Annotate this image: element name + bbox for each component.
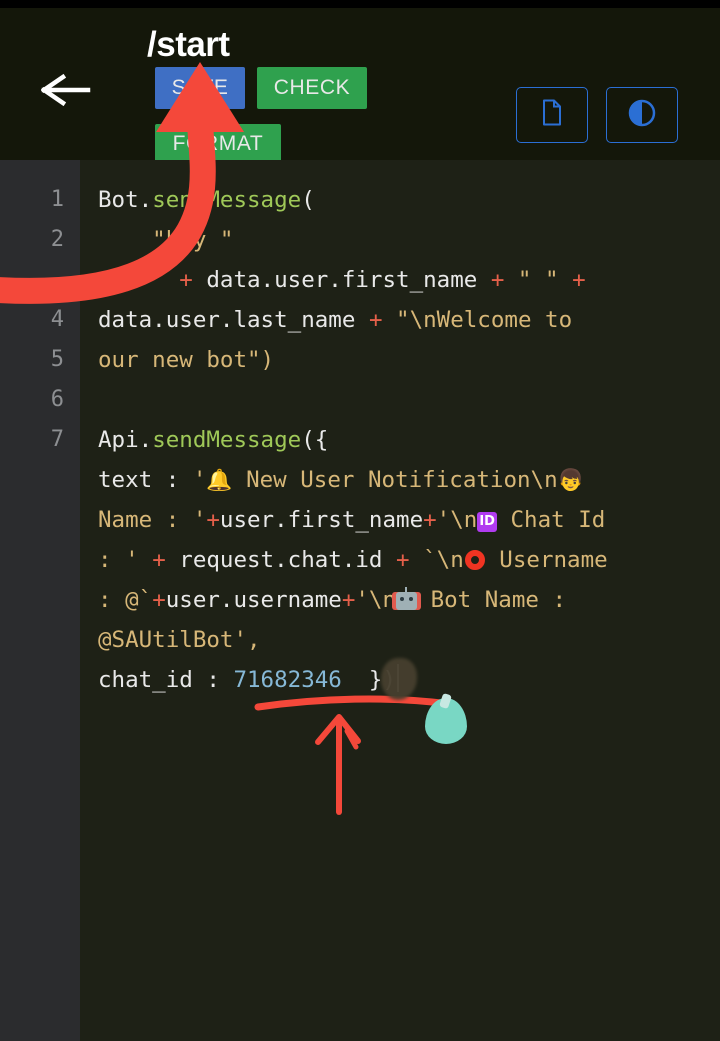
code-token: + — [396, 547, 410, 573]
code-token: + — [490, 267, 505, 293]
code-token: "hey " — [98, 227, 234, 253]
code-line: data.user.last_name + "\nWelcome to — [98, 300, 714, 340]
code-token: + — [572, 267, 586, 293]
code-line: text : '🔔 New User Notification\n👦 — [98, 460, 714, 500]
code-token: + — [152, 547, 166, 573]
code-line: our new bot") — [98, 340, 714, 380]
red-circle-icon — [464, 550, 485, 570]
code-token: sendMessage — [152, 187, 302, 213]
code-token: data.user.last_name — [98, 307, 369, 333]
check-button[interactable]: CHECK — [257, 67, 367, 109]
code-editor[interactable]: 1 2 4 5 6 7 Bot.sendMessage( "hey " + da… — [0, 160, 720, 1041]
code-token: Name : — [98, 507, 193, 533]
app-header: /start SAVE CHECK FORMAT — [0, 8, 720, 164]
back-arrow-icon — [41, 73, 91, 107]
code-token: "\nWelcome to — [382, 307, 573, 333]
line-number: 5 — [50, 347, 64, 372]
code-token: ( — [301, 187, 315, 213]
code-line: @SAUtilBot', — [98, 620, 714, 660]
code-token: chat_id : — [98, 667, 234, 693]
code-token: '\n — [436, 507, 478, 533]
code-token: + — [179, 267, 193, 293]
line-number: 4 — [50, 307, 64, 332]
code-token: Username — [485, 547, 608, 573]
code-token: Chat Id — [496, 507, 606, 533]
line-number: 6 — [50, 387, 64, 412]
line-number: 2 — [50, 227, 64, 252]
line-number: 7 — [50, 427, 64, 452]
code-token: : — [98, 547, 126, 573]
code-line: Api.sendMessage({ — [98, 420, 714, 460]
code-token: + — [368, 307, 383, 333]
code-line: Bot.sendMessage( — [98, 180, 714, 220]
code-token: request.chat.id — [165, 547, 397, 573]
code-token: + — [341, 587, 356, 613]
code-token: @SAUtilBot', — [98, 627, 261, 653]
page-title: /start — [147, 25, 230, 64]
code-token: our new bot") — [98, 347, 275, 373]
code-token: ' — [125, 547, 153, 573]
line-number-gutter: 1 2 4 5 6 7 — [0, 160, 80, 1041]
emoji-glyph: 👦 — [557, 468, 584, 492]
line-number: 1 — [50, 187, 64, 212]
code-token: New User Notification\n — [232, 467, 558, 493]
contrast-button[interactable] — [606, 87, 678, 143]
code-token: text : — [98, 467, 193, 493]
code-token: Bot Name : — [417, 587, 567, 613]
emoji-glyph: 🔔 — [206, 468, 233, 492]
code-token: '\n — [355, 587, 397, 613]
document-icon — [541, 99, 563, 131]
code-token: + — [152, 587, 166, 613]
robot-icon — [396, 587, 418, 610]
code-line: + data.user.first_name + " " + — [98, 260, 714, 300]
code-line: : ' + request.chat.id + `\n Username — [98, 540, 714, 580]
contrast-icon — [628, 99, 656, 132]
save-button[interactable]: SAVE — [155, 67, 245, 109]
document-button[interactable] — [516, 87, 588, 143]
code-line: : @`+user.username+'\n Bot Name : — [98, 580, 714, 620]
code-token: Api. — [98, 427, 153, 453]
code-token: Bot. — [98, 187, 153, 213]
code-token: user.username — [165, 587, 342, 613]
app-root: /start SAVE CHECK FORMAT 1 2 4 5 6 7 Bot… — [0, 0, 720, 1041]
back-button[interactable] — [38, 66, 94, 114]
code-token: + — [423, 507, 437, 533]
code-token: 71682346 — [233, 667, 342, 693]
code-token: : @` — [98, 587, 153, 613]
code-line: Name : '+user.first_name+'\n ID Chat Id — [98, 500, 714, 540]
code-token: ' — [192, 467, 207, 493]
code-token: `\n — [409, 547, 464, 573]
code-token: + — [206, 507, 220, 533]
id-badge-icon: ID — [477, 512, 497, 532]
code-line: "hey " — [98, 220, 714, 260]
code-token: user.first_name — [219, 507, 424, 533]
code-content[interactable]: Bot.sendMessage( "hey " + data.user.firs… — [80, 160, 720, 1041]
code-token: " " — [504, 267, 573, 293]
code-token: data.user.first_name — [192, 267, 491, 293]
status-bar — [0, 0, 720, 8]
code-token: sendMessage — [152, 427, 302, 453]
format-button[interactable]: FORMAT — [155, 124, 281, 164]
code-token: ' — [192, 507, 207, 533]
code-token: ({ — [301, 427, 329, 453]
